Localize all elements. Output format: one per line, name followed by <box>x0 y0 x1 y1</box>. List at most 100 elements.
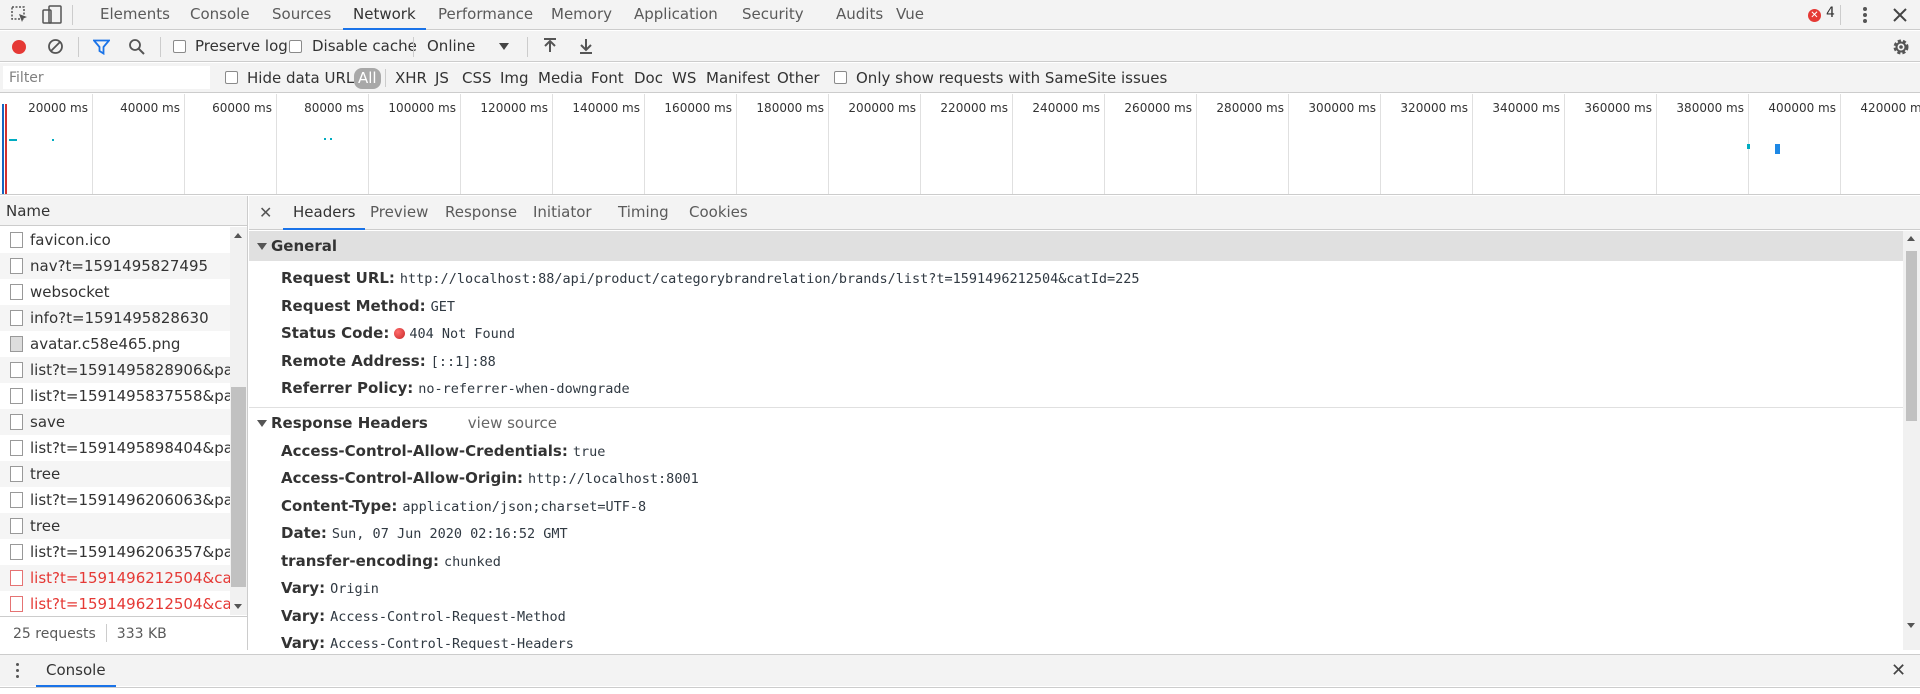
timeline-tick-label: 120000 ms <box>480 101 548 115</box>
request-row[interactable]: nav?t=1591495827495 <box>0 253 230 279</box>
hide-data-urls-checkbox[interactable] <box>225 71 238 84</box>
close-detail-icon[interactable]: ✕ <box>259 203 272 222</box>
type-filter-js[interactable]: JS <box>431 68 453 89</box>
chevron-down-icon <box>499 43 509 50</box>
scroll-up-arrow-icon[interactable] <box>234 233 242 238</box>
scrollbar-thumb[interactable] <box>231 387 246 587</box>
more-options-icon[interactable] <box>1858 4 1872 26</box>
type-filter-all[interactable]: All <box>354 68 381 89</box>
error-counter[interactable]: ✕ 4 <box>1808 5 1835 25</box>
request-name: tree <box>30 517 61 535</box>
type-filter-doc[interactable]: Doc <box>630 68 667 89</box>
request-bar <box>1775 144 1780 154</box>
request-row[interactable]: list?t=1591495898404&page... <box>0 435 230 461</box>
tab-audits[interactable]: Audits <box>826 0 893 30</box>
request-row[interactable]: list?t=1591496212504&catId= <box>0 565 230 591</box>
type-filter-other[interactable]: Other <box>773 68 824 89</box>
record-icon[interactable] <box>11 39 27 55</box>
document-file-icon <box>10 492 23 508</box>
tab-application[interactable]: Application <box>624 0 728 30</box>
request-row[interactable]: tree <box>0 513 230 539</box>
scrollbar-thumb[interactable] <box>1906 251 1917 421</box>
detail-tab-cookies[interactable]: Cookies <box>679 196 758 230</box>
header-name: Access-Control-Allow-Origin: <box>281 469 524 487</box>
detail-tab-initiator[interactable]: Initiator <box>523 196 602 230</box>
request-row[interactable]: info?t=1591495828630 <box>0 305 230 331</box>
header-row: Remote Address: [::1]:88 <box>249 348 1903 376</box>
toolbar-separator <box>413 37 414 57</box>
filter-icon[interactable] <box>93 39 110 55</box>
name-column-header[interactable]: Name <box>0 196 247 226</box>
detail-tab-timing[interactable]: Timing <box>608 196 679 230</box>
samesite-checkbox[interactable] <box>834 71 847 84</box>
detail-tab-preview[interactable]: Preview <box>360 196 438 230</box>
tab-performance[interactable]: Performance <box>428 0 543 30</box>
request-row[interactable]: list?t=1591496206357&page... <box>0 539 230 565</box>
scroll-up-arrow-icon[interactable] <box>1907 236 1915 241</box>
request-row[interactable]: save <box>0 409 230 435</box>
request-row[interactable]: websocket <box>0 279 230 305</box>
request-row[interactable]: list?t=1591496212504&catId= <box>0 591 230 615</box>
close-devtools-icon[interactable] <box>1890 5 1910 25</box>
detail-tab-headers[interactable]: Headers <box>283 196 366 230</box>
drawer-menu-icon[interactable] <box>16 663 20 681</box>
type-filter-img[interactable]: Img <box>496 68 533 89</box>
request-list-scrollbar[interactable] <box>230 227 247 615</box>
general-section-header[interactable]: General <box>249 231 1903 261</box>
request-row[interactable]: avatar.c58e465.png <box>0 331 230 357</box>
header-value: application/json;charset=UTF-8 <box>402 498 647 515</box>
network-overview-timeline[interactable]: 20000 ms 40000 ms 60000 ms 80000 ms 100000 m… <box>0 94 1920 195</box>
timeline-tick-label: 320000 ms <box>1400 101 1468 115</box>
filter-bar: Hide data URLs All XHRJSCSSImgMediaFontDo… <box>0 63 1920 93</box>
header-value: Origin <box>330 581 379 597</box>
tab-elements[interactable]: Elements <box>90 0 180 30</box>
type-filter-ws[interactable]: WS <box>668 68 700 89</box>
settings-gear-icon[interactable] <box>1891 37 1911 57</box>
request-detail-panel: ✕ Headers Preview Response Initiator Timing C… <box>249 196 1920 650</box>
tab-console[interactable]: Console <box>180 0 260 30</box>
tabbar-separator <box>1840 5 1841 25</box>
device-toolbar-icon[interactable] <box>41 4 63 26</box>
type-filter-manifest[interactable]: Manifest <box>702 68 774 89</box>
document-file-icon <box>10 570 23 586</box>
request-name: list?t=1591496206063&page... <box>30 491 230 509</box>
request-name: list?t=1591495898404&page... <box>30 439 230 457</box>
throttling-select[interactable]: Online <box>427 31 475 62</box>
inspect-element-icon[interactable] <box>9 4 31 26</box>
drawer-console-tab[interactable]: Console <box>36 655 116 687</box>
timeline-tick-label: 160000 ms <box>664 101 732 115</box>
export-har-icon[interactable] <box>578 37 594 55</box>
request-name: tree <box>30 465 61 483</box>
close-drawer-icon[interactable]: ✕ <box>1891 660 1906 681</box>
document-file-icon <box>10 440 23 456</box>
request-row[interactable]: favicon.ico <box>0 227 230 253</box>
request-row[interactable]: list?t=1591496206063&page... <box>0 487 230 513</box>
scroll-down-arrow-icon[interactable] <box>234 604 242 609</box>
clear-icon[interactable] <box>47 38 64 55</box>
header-row: Content-Type: application/json;charset=UT… <box>249 493 1903 521</box>
type-filter-xhr[interactable]: XHR <box>391 68 431 89</box>
import-har-icon[interactable] <box>542 37 558 55</box>
filter-input[interactable] <box>3 66 210 89</box>
tab-vue[interactable]: Vue <box>886 0 934 30</box>
view-source-link[interactable]: view source <box>468 414 557 432</box>
type-filter-font[interactable]: Font <box>587 68 628 89</box>
request-row[interactable]: list?t=1591495837558&page... <box>0 383 230 409</box>
disable-cache-checkbox[interactable] <box>289 40 302 53</box>
type-filter-media[interactable]: Media <box>534 68 587 89</box>
tab-memory[interactable]: Memory <box>541 0 622 30</box>
search-icon[interactable] <box>128 38 146 56</box>
response-headers-section-header[interactable]: Response Headers view source <box>249 408 1903 438</box>
tab-sources[interactable]: Sources <box>262 0 341 30</box>
request-row[interactable]: tree <box>0 461 230 487</box>
detail-tab-response[interactable]: Response <box>435 196 527 230</box>
request-row[interactable]: list?t=1591495828906&page... <box>0 357 230 383</box>
dom-content-loaded-line <box>5 104 7 194</box>
tab-security[interactable]: Security <box>732 0 814 30</box>
scroll-down-arrow-icon[interactable] <box>1907 623 1915 628</box>
preserve-log-checkbox[interactable] <box>173 40 186 53</box>
type-filter-css[interactable]: CSS <box>458 68 496 89</box>
console-drawer: Console ✕ <box>0 654 1920 687</box>
headers-scrollbar[interactable] <box>1903 231 1920 650</box>
tab-network[interactable]: Network <box>343 0 426 30</box>
